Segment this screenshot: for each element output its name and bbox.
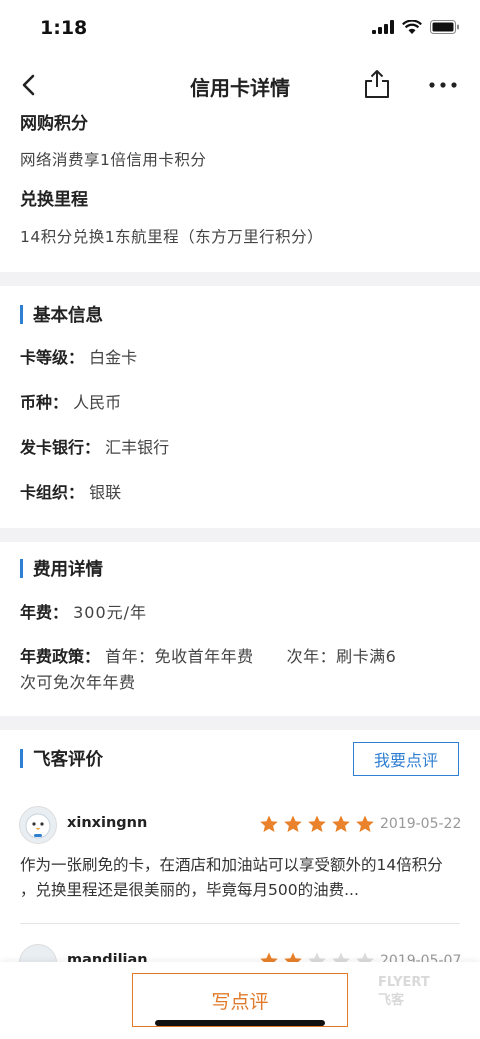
- fee-policy-row: 年费政策： 首年：免收首年年费 次年：刷卡满6 次可免次年年费: [20, 644, 460, 696]
- issuer-value: 汇丰银行: [105, 438, 170, 457]
- redeem-title: 兑换里程: [20, 190, 88, 210]
- star-filled-icon: [356, 815, 374, 832]
- star-filled-icon: [284, 815, 302, 832]
- write-review-button[interactable]: 我要点评: [353, 742, 459, 776]
- star-filled-icon: [332, 815, 350, 832]
- page-title: 信用卡详情: [190, 76, 290, 100]
- home-indicator: [155, 1020, 325, 1026]
- annual-fee-row: 年费： 300元/年: [20, 599, 147, 623]
- share-icon[interactable]: [362, 68, 392, 100]
- redeem-desc: 14积分兑换1东航里程（东方万里行积分）: [20, 228, 324, 246]
- issuer-label: 发卡银行：: [20, 438, 101, 457]
- star-filled-icon: [308, 815, 326, 832]
- issuer-row: 发卡银行： 汇丰银行: [20, 434, 169, 458]
- fee-policy-label: 年费政策：: [20, 647, 101, 666]
- battery-icon: [430, 20, 459, 34]
- review-text-line2: ，兑换里程还是很美丽的，毕竟每月500的油费...: [20, 881, 359, 899]
- bottom-bar: 写点评 FLYERT 飞客: [0, 962, 480, 1039]
- annual-fee-value: 300元/年: [73, 603, 148, 622]
- basic-info-section: 基本信息 卡等级： 白金卡 币种： 人民币 发卡银行： 汇丰银行 卡组织： 银联: [0, 286, 480, 528]
- review-username[interactable]: xinxingnn: [67, 815, 147, 831]
- review-rating: [259, 814, 375, 834]
- more-icon[interactable]: [428, 80, 458, 90]
- fees-heading: 费用详情: [20, 556, 103, 581]
- section-gap: [0, 528, 480, 542]
- review-text-line1: 作为一张刷免的卡，在酒店和加油站可以享受额外的14倍积分: [20, 856, 443, 874]
- review-date: 2019-05-22: [380, 816, 462, 832]
- online-points-title: 网购积分: [20, 114, 88, 134]
- fees-section: 费用详情 年费： 300元/年 年费政策： 首年：免收首年年费 次年：刷卡满6 …: [0, 542, 480, 716]
- fee-policy-line2: 次可免次年年费: [20, 673, 136, 692]
- status-time: 1:18: [40, 17, 88, 39]
- currency-row: 币种： 人民币: [20, 389, 121, 413]
- currency-value: 人民币: [73, 393, 122, 412]
- status-bar: 1:18: [0, 0, 480, 58]
- currency-label: 币种：: [20, 393, 69, 412]
- review-divider: [20, 923, 460, 924]
- online-points-desc: 网络消费享1倍信用卡积分: [20, 151, 207, 169]
- watermark-line2: 飞客: [378, 993, 405, 1008]
- card-org-value: 银联: [89, 483, 122, 502]
- card-org-label: 卡组织：: [20, 483, 85, 502]
- rewards-section: 网购积分 网络消费享1倍信用卡积分 兑换里程 14积分兑换1东航里程（东方万里行…: [0, 112, 480, 272]
- card-level-value: 白金卡: [89, 348, 138, 367]
- card-level-row: 卡等级： 白金卡: [20, 344, 137, 368]
- section-gap: [0, 272, 480, 286]
- card-org-row: 卡组织： 银联: [20, 479, 121, 503]
- fee-policy-line1: 首年：免收首年年费 次年：刷卡满6: [105, 647, 397, 666]
- wifi-icon: [402, 20, 422, 34]
- user-avatar-icon: [25, 813, 51, 839]
- write-comment-button[interactable]: 写点评: [132, 973, 348, 1027]
- star-filled-icon: [260, 815, 278, 832]
- basic-info-heading: 基本信息: [20, 302, 103, 327]
- nav-bar: 信用卡详情: [0, 58, 480, 112]
- flyert-watermark: FLYERT 飞客: [378, 974, 430, 1010]
- card-level-label: 卡等级：: [20, 348, 85, 367]
- annual-fee-label: 年费：: [20, 603, 69, 622]
- review-text[interactable]: 作为一张刷免的卡，在酒店和加油站可以享受额外的14倍积分 ，兑换里程还是很美丽的…: [20, 853, 460, 903]
- avatar[interactable]: [19, 806, 57, 844]
- status-icons: [372, 20, 460, 34]
- watermark-line1: FLYERT: [378, 975, 430, 990]
- reviews-heading: 飞客评价: [20, 746, 103, 771]
- signal-icon: [372, 20, 394, 34]
- section-gap: [0, 716, 480, 730]
